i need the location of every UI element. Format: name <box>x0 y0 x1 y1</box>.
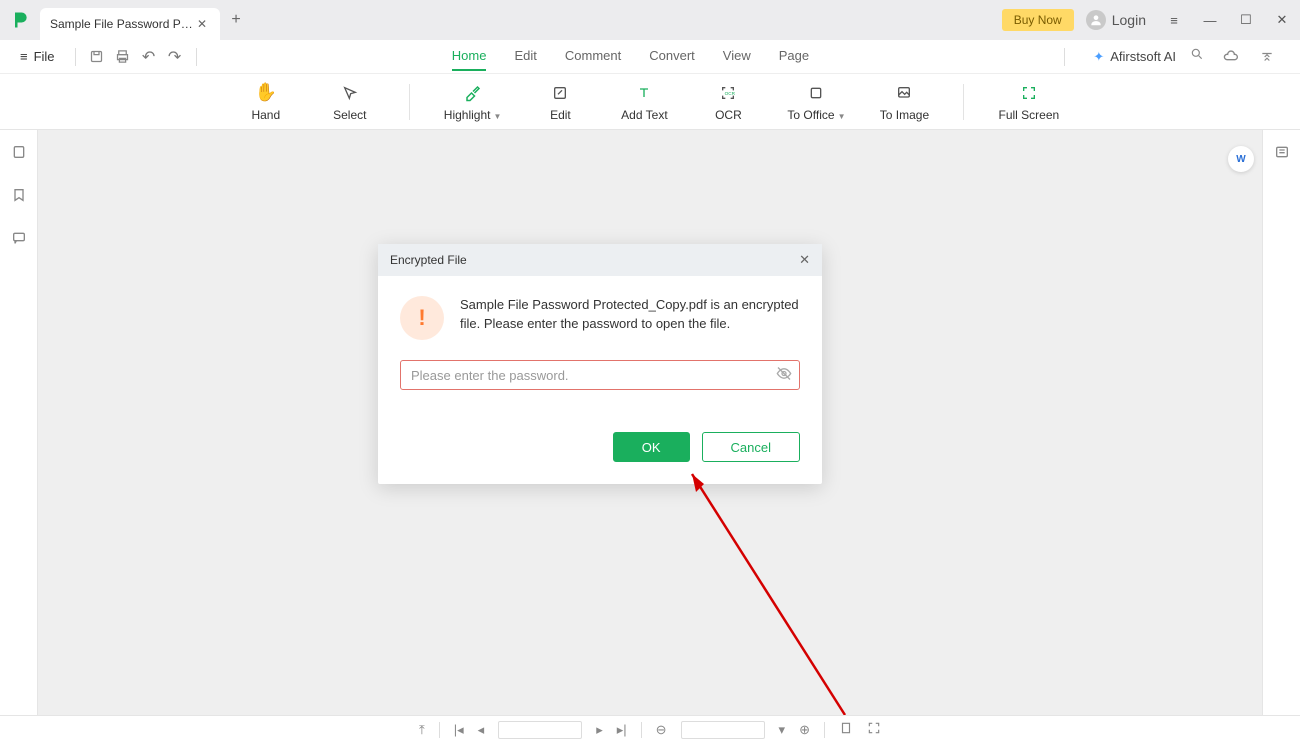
highlighter-icon <box>464 82 482 104</box>
dialog-titlebar: Encrypted File ✕ <box>378 244 822 276</box>
zoom-out-icon[interactable]: ⊖ <box>656 722 667 738</box>
tool-select[interactable]: Select <box>325 82 375 122</box>
zoom-dropdown-icon[interactable]: ▾ <box>779 722 786 738</box>
app-logo <box>0 0 40 40</box>
ai-button[interactable]: ✦ Afirstsoft AI <box>1093 49 1176 65</box>
chevron-down-icon: ▼ <box>838 112 846 121</box>
cursor-icon <box>342 82 358 104</box>
toggle-password-visibility-icon[interactable] <box>776 366 792 385</box>
last-page-icon[interactable]: ▸| <box>617 722 627 738</box>
zoom-in-icon[interactable]: ⊕ <box>799 722 810 738</box>
tab-title: Sample File Password Pr... <box>50 17 194 31</box>
tool-highlight[interactable]: Highlight▼ <box>444 82 502 122</box>
dialog-message: Sample File Password Protected_Copy.pdf … <box>460 296 800 334</box>
undo-icon[interactable]: ↶ <box>136 44 162 70</box>
maximize-icon[interactable]: ☐ <box>1228 0 1264 40</box>
menubar: ≡ File ↶ ↷ Home Edit Comment Convert Vie… <box>0 40 1300 74</box>
tab-page[interactable]: Page <box>779 42 809 71</box>
print-icon[interactable] <box>110 44 136 70</box>
tool-to-office[interactable]: To Office▼ <box>787 82 845 122</box>
tool-edit[interactable]: Edit <box>535 82 585 122</box>
toolbar: ✋ Hand Select Highlight▼ Edit Add Text O… <box>0 74 1300 130</box>
ocr-icon: OCR <box>720 82 736 104</box>
cloud-icon[interactable] <box>1218 44 1244 70</box>
first-page-icon[interactable]: |◂ <box>454 722 464 738</box>
buy-now-button[interactable]: Buy Now <box>1002 9 1074 31</box>
ai-label: Afirstsoft AI <box>1110 49 1176 64</box>
file-label: File <box>34 49 55 64</box>
tab-convert[interactable]: Convert <box>649 42 695 71</box>
user-avatar-icon <box>1086 10 1106 30</box>
redo-icon[interactable]: ↷ <box>162 44 188 70</box>
tool-to-image[interactable]: To Image <box>879 82 929 122</box>
svg-text:OCR: OCR <box>725 91 736 96</box>
tab-edit[interactable]: Edit <box>514 42 536 71</box>
bookmark-icon[interactable] <box>11 187 27 208</box>
tab-comment[interactable]: Comment <box>565 42 621 71</box>
file-menu[interactable]: ≡ File <box>20 49 55 64</box>
encrypted-file-dialog: Encrypted File ✕ ! Sample File Password … <box>378 244 822 484</box>
minimize-icon[interactable]: — <box>1192 0 1228 40</box>
zoom-level-input[interactable] <box>681 721 765 739</box>
password-input[interactable] <box>400 360 800 390</box>
thumbnails-icon[interactable] <box>11 144 27 165</box>
page-number-input[interactable] <box>498 721 582 739</box>
cancel-button[interactable]: Cancel <box>702 432 800 462</box>
hamburger-icon: ≡ <box>20 49 28 64</box>
tab-view[interactable]: View <box>723 42 751 71</box>
tool-add-text[interactable]: Add Text <box>619 82 669 122</box>
login-label: Login <box>1112 12 1146 28</box>
ok-button[interactable]: OK <box>613 432 690 462</box>
tool-hand[interactable]: ✋ Hand <box>241 82 291 122</box>
scroll-top-icon[interactable]: ⤒ <box>419 722 425 738</box>
dialog-title: Encrypted File <box>390 253 799 267</box>
close-window-icon[interactable]: ✕ <box>1264 0 1300 40</box>
collapse-ribbon-icon[interactable] <box>1254 44 1280 70</box>
sparkle-icon: ✦ <box>1093 49 1104 65</box>
panel-icon[interactable] <box>1274 144 1290 165</box>
office-icon <box>808 82 824 104</box>
tool-full-screen[interactable]: Full Screen <box>998 82 1059 122</box>
chevron-down-icon: ▼ <box>494 112 502 121</box>
edit-icon <box>552 82 568 104</box>
save-icon[interactable] <box>84 44 110 70</box>
convert-to-word-badge[interactable]: W <box>1228 146 1254 172</box>
right-rail <box>1262 130 1300 715</box>
dialog-close-icon[interactable]: ✕ <box>799 252 810 268</box>
next-page-icon[interactable]: ▸ <box>596 722 603 738</box>
fullscreen-status-icon[interactable] <box>867 721 881 738</box>
tab-home[interactable]: Home <box>452 42 487 71</box>
comment-icon[interactable] <box>11 230 27 251</box>
hamburger-menu-icon[interactable]: ≡ <box>1156 0 1192 40</box>
statusbar: ⤒ |◂ ◂ ▸ ▸| ⊖ ▾ ⊕ <box>0 715 1300 743</box>
titlebar: Sample File Password Pr... ✕ + Buy Now L… <box>0 0 1300 40</box>
text-icon <box>636 82 652 104</box>
warning-icon: ! <box>400 296 444 340</box>
image-icon <box>896 82 912 104</box>
hand-icon: ✋ <box>255 82 277 104</box>
document-tab[interactable]: Sample File Password Pr... ✕ <box>40 8 220 40</box>
left-rail <box>0 130 38 715</box>
search-icon[interactable] <box>1190 47 1204 66</box>
close-tab-icon[interactable]: ✕ <box>194 17 210 31</box>
login-button[interactable]: Login <box>1086 10 1146 30</box>
fit-page-icon[interactable] <box>839 721 853 738</box>
prev-page-icon[interactable]: ◂ <box>478 722 485 738</box>
tool-ocr[interactable]: OCR OCR <box>703 82 753 122</box>
new-tab-button[interactable]: + <box>220 4 252 36</box>
fullscreen-icon <box>1021 82 1037 104</box>
